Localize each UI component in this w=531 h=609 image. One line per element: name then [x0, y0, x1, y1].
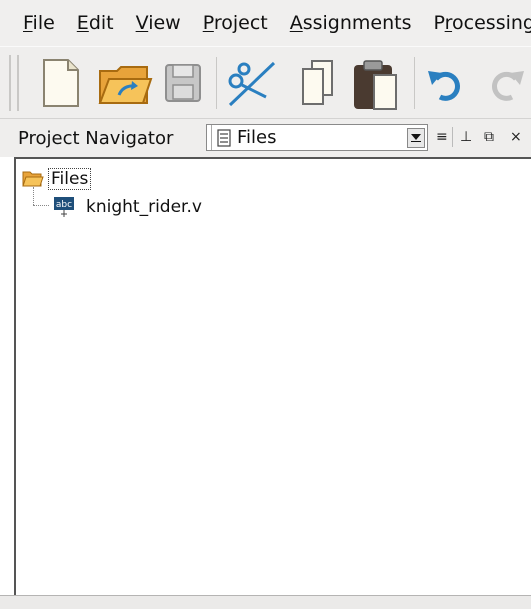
- list-options-icon[interactable]: ≡: [436, 129, 448, 145]
- save-icon[interactable]: [162, 57, 204, 109]
- cut-icon[interactable]: [224, 57, 280, 109]
- menu-project-label: roject: [213, 11, 268, 34]
- navigator-view-select[interactable]: Files: [206, 124, 428, 151]
- menu-file[interactable]: File: [23, 11, 55, 34]
- menu-edit-accel: E: [76, 11, 89, 34]
- tree-file-label: knight_rider.v: [86, 197, 202, 217]
- pin-icon[interactable]: ⊥: [460, 129, 472, 145]
- toolbar-separator: [216, 57, 217, 109]
- copy-icon[interactable]: [298, 57, 338, 109]
- redo-icon[interactable]: [488, 57, 528, 109]
- navigator-view-value: Files: [237, 127, 277, 148]
- menu-view[interactable]: View: [135, 11, 181, 34]
- navigator-title: Project Navigator: [18, 128, 174, 149]
- menu-assignments[interactable]: Assignments: [289, 11, 412, 34]
- menu-processing-pre: P: [433, 11, 445, 34]
- menu-processing-label: ocessing: [452, 11, 531, 34]
- menu-view-label: iew: [148, 11, 181, 34]
- menu-processing-accel: r: [444, 11, 453, 34]
- menu-edit-label: dit: [88, 11, 114, 34]
- menu-file-accel: F: [23, 11, 33, 34]
- navigator-separator: [452, 127, 453, 147]
- menu-project[interactable]: Project: [202, 11, 268, 34]
- tree-connector-v: [33, 187, 34, 205]
- menu-processing[interactable]: Processing: [433, 11, 531, 34]
- tree-root-label: Files: [48, 168, 92, 190]
- toolbar-grip[interactable]: [9, 55, 19, 111]
- toolbar-separator-2: [414, 57, 415, 109]
- menu-assignments-label: ssignments: [302, 11, 412, 34]
- verilog-file-icon: abc: [54, 197, 74, 217]
- undo-icon[interactable]: [424, 57, 468, 109]
- menu-bar: File Edit View Project Assignments Proce…: [0, 0, 531, 46]
- toolbar: [0, 46, 531, 119]
- project-navigator-tree[interactable]: Files abc knight_rider.v: [14, 157, 531, 595]
- folder-open-icon: [22, 171, 44, 187]
- chevron-down-icon[interactable]: [407, 127, 425, 148]
- menu-file-label: ile: [32, 11, 55, 34]
- navigator-header: Project Navigator Files ≡ ⊥ ⧉ ×: [0, 118, 531, 157]
- menu-assignments-accel: A: [289, 11, 303, 34]
- list-doc-icon: [217, 128, 231, 147]
- menu-edit[interactable]: Edit: [76, 11, 114, 34]
- float-icon[interactable]: ⧉: [484, 129, 494, 145]
- menu-project-accel: P: [202, 11, 214, 34]
- svg-text:abc: abc: [56, 200, 72, 210]
- tree-item-file[interactable]: abc knight_rider.v: [52, 195, 202, 219]
- combo-lead: [207, 125, 212, 150]
- paste-icon[interactable]: [350, 57, 402, 113]
- new-file-icon[interactable]: [40, 57, 82, 109]
- open-folder-icon[interactable]: [97, 57, 153, 109]
- close-icon[interactable]: ×: [510, 129, 522, 145]
- tree-connector-h: [33, 205, 49, 206]
- panel-bottom-edge: [0, 595, 531, 609]
- menu-view-accel: V: [135, 11, 149, 34]
